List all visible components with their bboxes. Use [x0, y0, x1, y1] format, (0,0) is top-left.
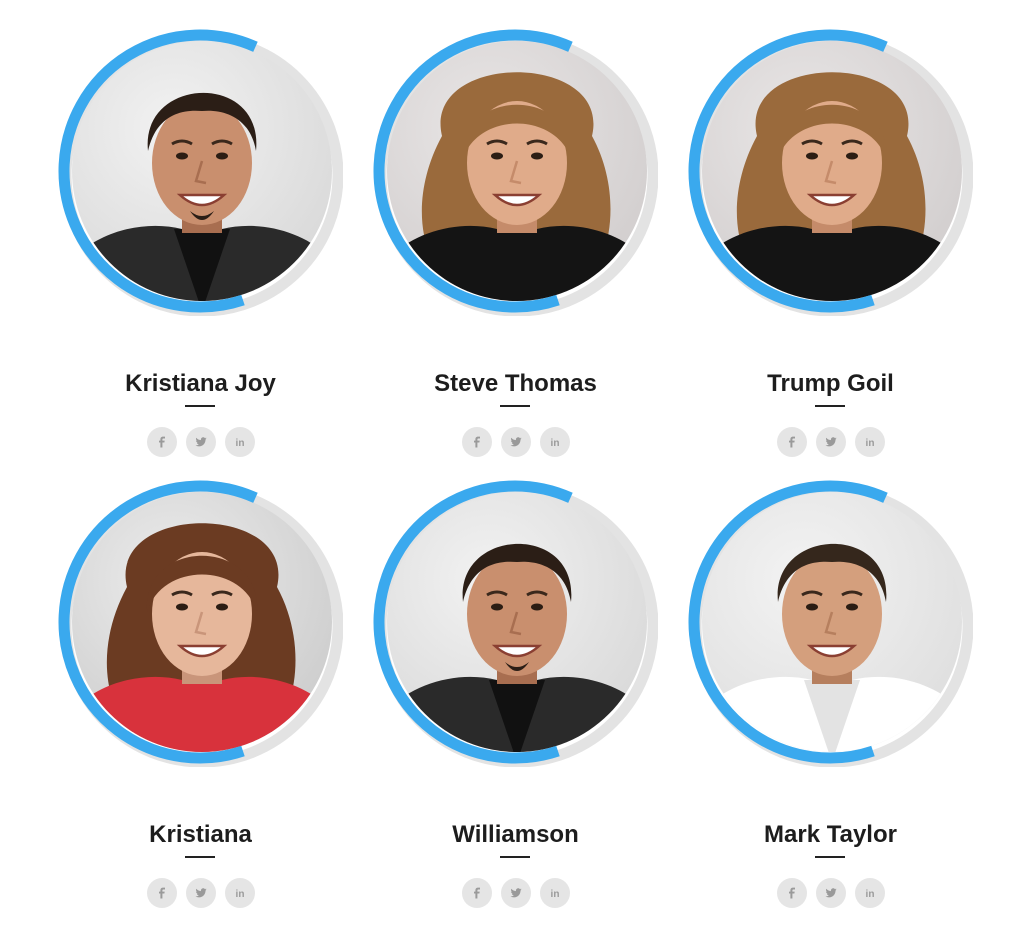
eye: [176, 152, 188, 160]
twitter-icon[interactable]: [500, 878, 531, 908]
name-underline: [500, 856, 530, 858]
linkedin-icon-glyph: in: [550, 438, 559, 448]
name-underline: [815, 856, 845, 858]
linkedin-icon-glyph: in: [865, 438, 874, 448]
eye: [806, 603, 818, 611]
social-links: in: [143, 878, 258, 908]
twitter-icon-glyph: [825, 888, 837, 898]
facebook-icon[interactable]: [776, 878, 807, 908]
linkedin-icon[interactable]: in: [224, 878, 255, 908]
team-member-card: Kristiana Joy in: [43, 0, 344, 457]
member-photo-svg: [688, 29, 974, 317]
member-photo-ring: [372, 477, 659, 768]
eye: [531, 603, 543, 611]
member-photo-svg: [688, 480, 974, 768]
team-member-card: Kristiana in: [43, 451, 344, 908]
member-photo-ring: [372, 26, 659, 317]
member-photo-ring: [57, 26, 344, 317]
linkedin-icon-glyph: in: [235, 889, 244, 899]
linkedin-icon-glyph: in: [865, 889, 874, 899]
svg-text:in: in: [235, 438, 244, 448]
name-underline: [185, 405, 215, 407]
facebook-icon[interactable]: [461, 878, 492, 908]
twitter-icon[interactable]: [815, 878, 846, 908]
member-photo-svg: [373, 480, 659, 768]
svg-text:in: in: [235, 889, 244, 899]
eye: [491, 152, 503, 160]
team-member-card: Mark Taylor in: [673, 451, 974, 908]
member-name: Steve Thomas: [434, 370, 597, 397]
social-links: in: [773, 878, 888, 908]
member-name: Kristiana: [149, 821, 252, 848]
facebook-icon-glyph: [158, 887, 165, 899]
team-grid: Kristiana Joy in Steve Thomas in Trump G…: [0, 0, 1027, 942]
name-underline: [185, 856, 215, 858]
twitter-icon-glyph: [195, 437, 207, 447]
svg-text:in: in: [865, 438, 874, 448]
linkedin-icon-glyph: in: [550, 889, 559, 899]
member-name: Trump Goil: [767, 370, 894, 397]
member-photo-svg: [58, 480, 344, 768]
eye: [846, 603, 858, 611]
facebook-icon-glyph: [788, 436, 795, 448]
team-member-card: Steve Thomas in: [358, 0, 659, 457]
social-links: in: [458, 878, 573, 908]
svg-text:in: in: [550, 889, 559, 899]
linkedin-icon[interactable]: in: [539, 878, 570, 908]
twitter-icon[interactable]: [185, 878, 216, 908]
twitter-icon-glyph: [510, 437, 522, 447]
linkedin-icon-glyph: in: [235, 438, 244, 448]
member-name: Mark Taylor: [764, 821, 897, 848]
member-photo-ring: [687, 477, 974, 768]
svg-text:in: in: [550, 438, 559, 448]
eye: [806, 152, 818, 160]
eye: [216, 603, 228, 611]
member-name: Williamson: [452, 821, 579, 848]
eye: [216, 152, 228, 160]
member-name: Kristiana Joy: [125, 370, 276, 397]
eye: [176, 603, 188, 611]
linkedin-icon[interactable]: in: [854, 878, 885, 908]
svg-text:in: in: [865, 889, 874, 899]
twitter-icon-glyph: [825, 437, 837, 447]
eye: [531, 152, 543, 160]
facebook-icon-glyph: [473, 436, 480, 448]
name-underline: [500, 405, 530, 407]
twitter-icon-glyph: [195, 888, 207, 898]
team-member-card: Williamson in: [358, 451, 659, 908]
facebook-icon-glyph: [158, 436, 165, 448]
name-underline: [815, 405, 845, 407]
twitter-icon-glyph: [510, 888, 522, 898]
member-photo-svg: [373, 29, 659, 317]
member-photo-ring: [57, 477, 344, 768]
team-member-card: Trump Goil in: [673, 0, 974, 457]
eye: [491, 603, 503, 611]
eye: [846, 152, 858, 160]
member-photo-svg: [58, 29, 344, 317]
facebook-icon-glyph: [473, 887, 480, 899]
facebook-icon-glyph: [788, 887, 795, 899]
member-photo-ring: [687, 26, 974, 317]
facebook-icon[interactable]: [146, 878, 177, 908]
